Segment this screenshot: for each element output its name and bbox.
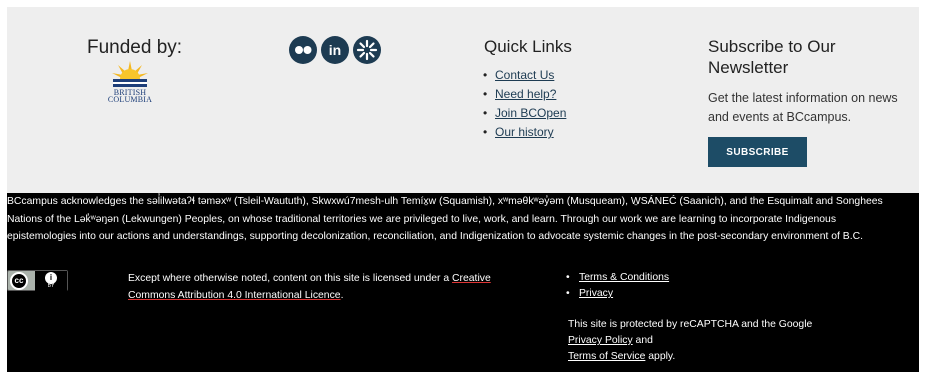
- join-bcopen-link[interactable]: Join BCOpen: [495, 106, 566, 120]
- footer-top: Funded by: BRITISH COLUMBIA in Quick Lin…: [7, 7, 919, 193]
- list-item: Privacy: [566, 286, 669, 302]
- cc-icon: cc: [10, 272, 28, 290]
- linkedin-icon[interactable]: in: [321, 36, 349, 64]
- newsletter-heading: Subscribe to Our Newsletter: [708, 37, 836, 77]
- our-history-link[interactable]: Our history: [495, 125, 554, 139]
- license-text: Except where otherwise noted, content on…: [128, 273, 491, 301]
- funded-by-heading: Funded by:: [87, 37, 183, 58]
- google-terms-of-service-link[interactable]: Terms of Service: [568, 351, 645, 362]
- bc-sun-icon: [112, 61, 148, 87]
- google-privacy-policy-link[interactable]: Privacy Policy: [568, 335, 633, 346]
- bc-government-logo[interactable]: BRITISH COLUMBIA: [104, 57, 156, 104]
- asterisk-icon[interactable]: [353, 36, 381, 64]
- contact-us-link[interactable]: Contact Us: [495, 68, 554, 82]
- by-label: BY: [47, 283, 55, 289]
- newsletter-description: Get the latest information on news and e…: [708, 91, 898, 124]
- list-item: Need help?: [481, 86, 566, 105]
- legal-links: Terms & Conditions Privacy: [566, 270, 669, 302]
- cc-by-badge[interactable]: cc i BY: [7, 270, 68, 291]
- list-item: Our history: [481, 124, 566, 143]
- privacy-link[interactable]: Privacy: [579, 288, 613, 299]
- social-links: in: [289, 36, 381, 64]
- list-item: Contact Us: [481, 67, 566, 86]
- need-help-link[interactable]: Need help?: [495, 87, 556, 101]
- subscribe-button[interactable]: SUBSCRIBE: [708, 137, 807, 167]
- by-section: i BY: [35, 271, 67, 291]
- list-item: Join BCOpen: [481, 105, 566, 124]
- terms-conditions-link[interactable]: Terms & Conditions: [579, 272, 669, 283]
- logo-line-columbia: COLUMBIA: [107, 95, 153, 104]
- recaptcha-notice: This site is protected by reCAPTCHA and …: [568, 319, 813, 362]
- flickr-icon[interactable]: [289, 36, 317, 64]
- quick-links-list: Contact Us Need help? Join BCOpen Our hi…: [481, 67, 566, 143]
- footer-bottom: BCcampus acknowledges the səl̓ilwətaʔɬ t…: [7, 193, 919, 372]
- list-item: Terms & Conditions: [566, 270, 669, 286]
- land-acknowledgement: BCcampus acknowledges the səl̓ilwətaʔɬ t…: [7, 196, 883, 243]
- quick-links-heading: Quick Links: [484, 37, 572, 56]
